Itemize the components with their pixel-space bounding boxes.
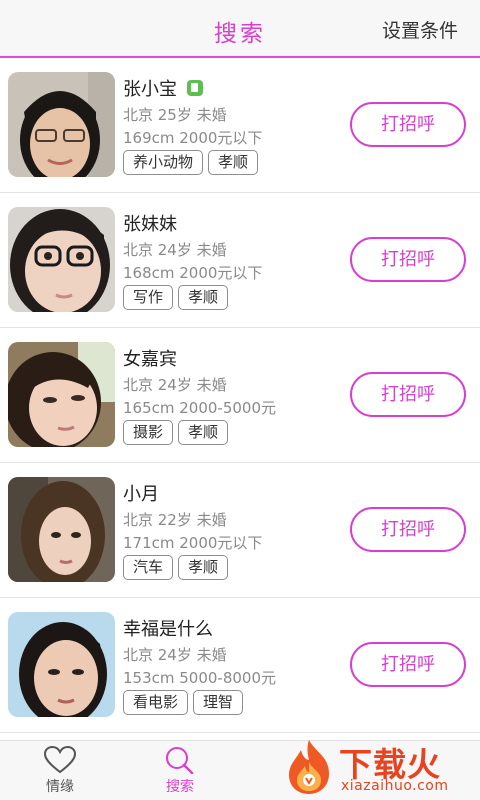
fire-logo-icon [289, 740, 329, 794]
watermark-domain: xiazaihuo.com [341, 778, 449, 794]
avatar[interactable] [8, 342, 115, 447]
user-tags: 看电影 理智 [123, 690, 248, 716]
search-result-list[interactable]: 张小宝 北京 25岁 未婚 169cm 2000元以下 养小动物 孝顺 打招呼 张… [0, 58, 480, 740]
avatar[interactable] [8, 207, 115, 312]
user-height-income: 153cm 5000-8000元 [123, 669, 277, 687]
user-basic-info: 北京 25岁 未婚 [123, 106, 227, 124]
user-name: 张小宝 [123, 79, 177, 100]
user-basic-info: 北京 22岁 未婚 [123, 511, 227, 529]
greet-button[interactable]: 打招呼 [350, 507, 466, 552]
interest-tag: 看电影 [123, 690, 189, 715]
tab-label: 搜索 [166, 779, 194, 795]
user-basic-info: 北京 24岁 未婚 [123, 376, 227, 394]
list-item[interactable]: 幸福是什么 北京 24岁 未婚 153cm 5000-8000元 看电影 理智 打… [0, 598, 480, 733]
user-tags: 汽车 孝顺 [123, 555, 233, 581]
greet-button[interactable]: 打招呼 [350, 642, 466, 687]
watermark-logo: 下载火 xiazaihuo.com [285, 736, 480, 800]
search-icon [164, 746, 196, 775]
interest-tag: 养小动物 [123, 150, 204, 175]
greet-button[interactable]: 打招呼 [350, 102, 466, 147]
user-name: 女嘉宾 [123, 349, 177, 370]
interest-tag: 汽车 [123, 555, 174, 580]
interest-tag: 孝顺 [178, 285, 229, 310]
user-name: 幸福是什么 [123, 619, 213, 640]
user-height-income: 165cm 2000-5000元 [123, 399, 277, 417]
tab-search[interactable]: 搜索 [120, 741, 240, 800]
user-basic-info: 北京 24岁 未婚 [123, 646, 227, 664]
interest-tag: 摄影 [123, 420, 174, 445]
avatar[interactable] [8, 612, 115, 717]
avatar[interactable] [8, 72, 115, 177]
interest-tag: 孝顺 [178, 420, 229, 445]
verified-icon [187, 80, 203, 96]
greet-button[interactable]: 打招呼 [350, 372, 466, 417]
list-item[interactable]: 小月 北京 22岁 未婚 171cm 2000元以下 汽车 孝顺 打招呼 [0, 463, 480, 598]
avatar[interactable] [8, 477, 115, 582]
interest-tag: 孝顺 [208, 150, 259, 175]
user-height-income: 171cm 2000元以下 [123, 534, 263, 552]
tab-label: 情缘 [46, 779, 74, 795]
top-bar: 搜索 设置条件 [0, 0, 480, 58]
user-height-income: 168cm 2000元以下 [123, 264, 263, 282]
interest-tag: 理智 [193, 690, 244, 715]
heart-icon [43, 745, 77, 774]
user-height-income: 169cm 2000元以下 [123, 129, 263, 147]
user-basic-info: 北京 24岁 未婚 [123, 241, 227, 259]
list-item[interactable]: 张妹妹 北京 24岁 未婚 168cm 2000元以下 写作 孝顺 打招呼 [0, 193, 480, 328]
list-item[interactable]: 女嘉宾 北京 24岁 未婚 165cm 2000-5000元 摄影 孝顺 打招呼 [0, 328, 480, 463]
list-item[interactable]: 张小宝 北京 25岁 未婚 169cm 2000元以下 养小动物 孝顺 打招呼 [0, 58, 480, 193]
user-name: 张妹妹 [123, 214, 177, 235]
greet-button[interactable]: 打招呼 [350, 237, 466, 282]
user-tags: 写作 孝顺 [123, 285, 233, 311]
tab-favor[interactable]: 情缘 [0, 741, 120, 800]
set-conditions-button[interactable]: 设置条件 [382, 16, 458, 43]
user-tags: 摄影 孝顺 [123, 420, 233, 446]
user-name: 小月 [123, 484, 159, 505]
interest-tag: 写作 [123, 285, 174, 310]
user-tags: 养小动物 孝顺 [123, 150, 263, 176]
interest-tag: 孝顺 [178, 555, 229, 580]
